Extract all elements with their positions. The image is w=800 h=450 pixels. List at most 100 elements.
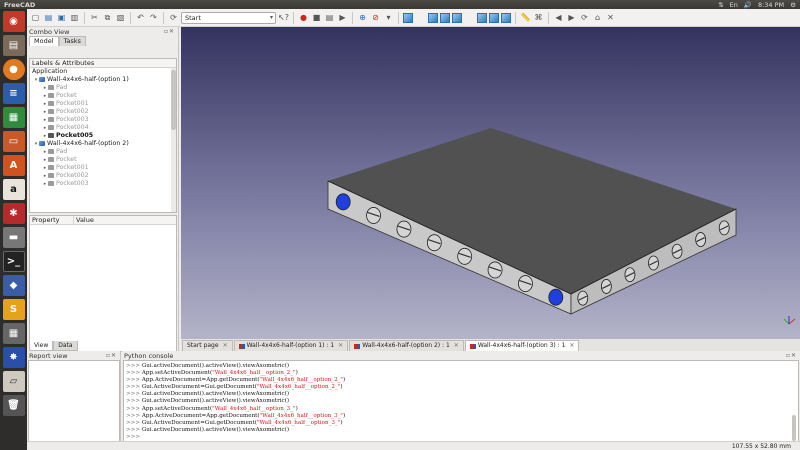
- link-icon[interactable]: ⌘: [533, 12, 544, 23]
- calculator-icon[interactable]: ▦: [2, 323, 25, 344]
- document-tab[interactable]: Start page ✕: [182, 340, 233, 351]
- panel-float-close-icons[interactable]: ▫✕: [106, 352, 117, 359]
- document-tab[interactable]: Wall-4x4x6-half-(option 2) : 1 ✕: [349, 340, 464, 351]
- tab-data[interactable]: Data: [53, 341, 78, 351]
- rear-view-icon[interactable]: [477, 12, 487, 23]
- open-icon[interactable]: ▤: [43, 12, 54, 23]
- refresh-icon[interactable]: ⟳: [168, 12, 179, 23]
- tree-item-feature[interactable]: ▸ Pocket: [30, 92, 176, 100]
- back-icon[interactable]: ◀: [553, 12, 564, 23]
- combo-tabs: Model Tasks: [27, 36, 178, 46]
- tab-model[interactable]: Model: [29, 36, 59, 46]
- workspace-icon[interactable]: ▱: [2, 371, 25, 392]
- console-prompt: >>>: [126, 377, 142, 384]
- close-icon[interactable]: ✕: [338, 341, 343, 351]
- paste-icon[interactable]: ▧: [115, 12, 126, 23]
- whats-this-icon[interactable]: ↖?: [278, 12, 289, 23]
- document-tab[interactable]: Wall-4x4x6-half-(option 1) : 1 ✕: [233, 340, 349, 351]
- tree-item-feature[interactable]: ▸ Pad: [30, 148, 176, 156]
- forward-icon[interactable]: ▶: [566, 12, 577, 23]
- right-view-icon[interactable]: [452, 12, 462, 23]
- close-icon[interactable]: ✕: [569, 341, 574, 351]
- tree-item-feature[interactable]: ▸ Pocket002: [30, 108, 176, 116]
- workbench-selector[interactable]: Start ▾: [181, 11, 276, 24]
- tree-item-feature[interactable]: ▸ Pocket002: [30, 172, 176, 180]
- freecad-icon[interactable]: ◆: [2, 275, 25, 296]
- macro-record-icon[interactable]: ●: [298, 12, 309, 23]
- tab-view[interactable]: View: [29, 341, 54, 351]
- report-view-output[interactable]: [28, 360, 120, 442]
- tree-item-document[interactable]: ▾ Wall-4x4x6-half-(option 2): [30, 140, 176, 148]
- writer-icon[interactable]: ≡: [2, 83, 25, 104]
- macro-editor-icon[interactable]: ▤: [324, 12, 335, 23]
- tree-item-feature[interactable]: ▸ Pocket003: [30, 116, 176, 124]
- refresh-page-icon[interactable]: ⟳: [579, 12, 590, 23]
- volume-icon[interactable]: 🔊: [744, 1, 752, 9]
- impress-icon[interactable]: ▭: [2, 131, 25, 152]
- console-scrollbar[interactable]: [792, 363, 797, 441]
- terminal-icon[interactable]: >_: [2, 251, 25, 272]
- tab-tasks[interactable]: Tasks: [58, 36, 86, 46]
- tree-item-feature[interactable]: ▸ Pocket: [30, 156, 176, 164]
- files-icon[interactable]: ▤: [2, 35, 25, 56]
- redo-icon[interactable]: ↷: [148, 12, 159, 23]
- tree-item-feature[interactable]: ▸ Pocket004: [30, 124, 176, 132]
- window-title: FreeCAD: [4, 0, 36, 9]
- fit-all-icon[interactable]: ⊕: [357, 12, 368, 23]
- macro-stop-icon[interactable]: ■: [311, 12, 322, 23]
- drive-icon[interactable]: ▬: [2, 227, 25, 248]
- tree-scrollbar[interactable]: [171, 68, 176, 212]
- draw-style-icon[interactable]: ⊘: [370, 12, 381, 23]
- document-tab[interactable]: Wall-4x4x6-half-(option 3) : 1 ✕: [464, 340, 580, 351]
- macro-run-icon[interactable]: ▶: [337, 12, 348, 23]
- 3d-viewport[interactable]: [181, 27, 800, 339]
- top-view-icon[interactable]: [440, 12, 450, 23]
- tree-item-feature[interactable]: ▸ Pocket001: [30, 100, 176, 108]
- property-editor[interactable]: Property Value: [29, 215, 177, 352]
- left-view-icon[interactable]: [501, 12, 511, 23]
- feature-icon: [48, 92, 54, 98]
- software-center-icon[interactable]: A: [2, 155, 25, 176]
- sublime-icon[interactable]: S: [2, 299, 25, 320]
- tree-item-feature[interactable]: ▸ Pocket001: [30, 164, 176, 172]
- firefox-icon[interactable]: ●: [2, 59, 25, 80]
- close-icon[interactable]: ✕: [223, 341, 228, 351]
- home-icon[interactable]: ⌂: [592, 12, 603, 23]
- tree-item-label: Pocket001: [56, 100, 89, 107]
- undo-icon[interactable]: ↶: [135, 12, 146, 23]
- front-view-icon[interactable]: [428, 12, 438, 23]
- cut-icon[interactable]: ✂: [89, 12, 100, 23]
- clock[interactable]: 8:34 PM: [758, 1, 784, 9]
- save-icon[interactable]: ▣: [56, 12, 67, 23]
- dash-icon[interactable]: ◉: [2, 11, 25, 32]
- network-icon[interactable]: ⇅: [718, 1, 723, 9]
- python-console-output[interactable]: >>> Gui.activeDocument().activeView().vi…: [123, 360, 799, 442]
- copy-icon[interactable]: ⧉: [102, 12, 113, 23]
- calc-icon[interactable]: ▦: [2, 107, 25, 128]
- tree-item-feature[interactable]: ▸ Pad: [30, 84, 176, 92]
- close-icon[interactable]: ✕: [454, 341, 459, 351]
- bottom-view-icon[interactable]: [489, 12, 499, 23]
- tree-item-feature[interactable]: ▸ Pocket003: [30, 180, 176, 188]
- power-icon[interactable]: ⚙: [790, 1, 796, 9]
- gear-app-icon[interactable]: ✸: [2, 347, 25, 368]
- tree-item-document[interactable]: ▾ Wall-4x4x6-half-(option 1): [30, 76, 176, 84]
- save-as-icon[interactable]: ▥: [69, 12, 80, 23]
- system-settings-icon[interactable]: ✱: [2, 203, 25, 224]
- amazon-icon[interactable]: a: [2, 179, 25, 200]
- tree-root[interactable]: Application: [30, 68, 176, 76]
- new-icon[interactable]: ▢: [30, 12, 41, 23]
- keyboard-icon[interactable]: En: [730, 1, 738, 9]
- tree-item-label: Pocket002: [56, 108, 89, 115]
- isometric-view-icon[interactable]: [403, 12, 413, 23]
- draw-style-menu-icon[interactable]: ▾: [383, 12, 394, 23]
- model-tree[interactable]: Labels & Attributes Application ▾ Wall-4x…: [29, 58, 177, 213]
- measure-icon[interactable]: 📏: [520, 12, 531, 23]
- console-code: ): [295, 405, 298, 412]
- panel-float-close-icons[interactable]: ▫✕: [164, 28, 175, 35]
- trash-icon[interactable]: 🗑: [2, 395, 25, 416]
- tree-item-feature[interactable]: ▸ Pocket005: [30, 132, 176, 140]
- panel-float-close-icons[interactable]: ▫✕: [786, 352, 797, 359]
- console-code: App.ActiveDocument=App.getDocument(: [141, 377, 260, 384]
- stop-icon[interactable]: ✕: [605, 12, 616, 23]
